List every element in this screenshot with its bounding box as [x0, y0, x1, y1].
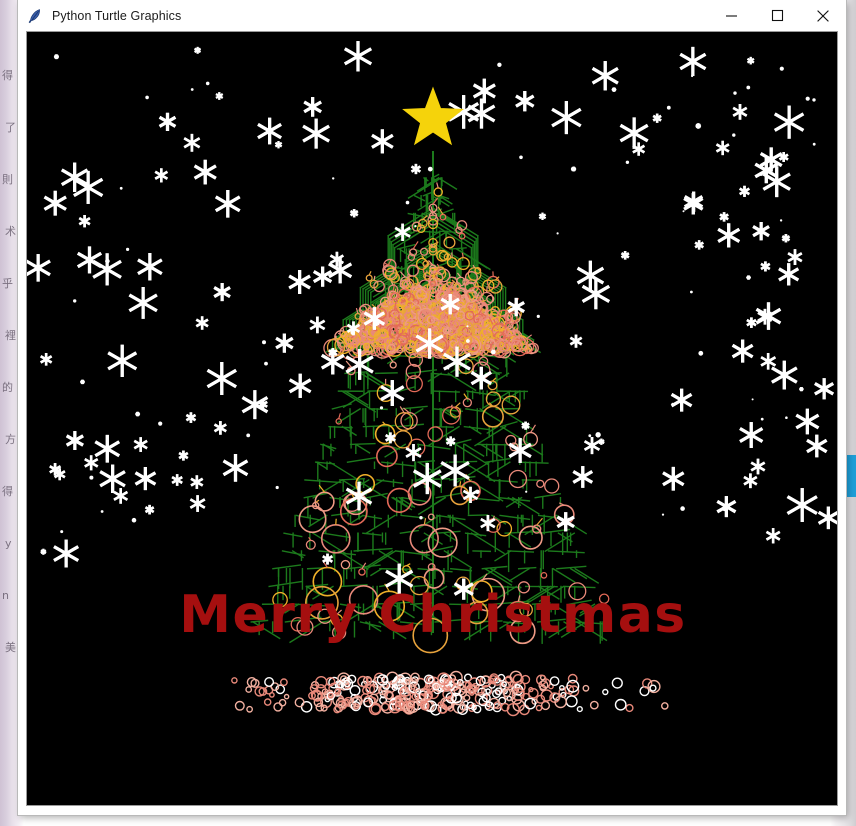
snow-dot [100, 510, 104, 513]
python-feather-icon [28, 8, 40, 23]
snow-dot [379, 406, 384, 410]
snowflake [595, 432, 601, 438]
minimize-icon [725, 15, 737, 17]
background-glyph: 則 [2, 173, 13, 186]
snow-dot [275, 485, 279, 490]
snow-dot [414, 225, 417, 228]
snow-dot [666, 105, 671, 110]
turtle-graphics-window: Python Turtle Graphics Merry Christmas [18, 0, 846, 815]
background-glyph: 得 [2, 485, 13, 498]
background-glyph: 得 [2, 69, 13, 82]
snow-dot [525, 490, 528, 493]
background-glyph: 美 [5, 641, 16, 654]
snow-dot [105, 258, 110, 264]
snow-dot [126, 247, 130, 251]
snow-dot [760, 417, 764, 421]
snowflake [611, 87, 617, 92]
snowflake [598, 438, 605, 445]
snow-dot [145, 95, 149, 100]
snow-dot [332, 177, 335, 180]
snowflake [781, 234, 791, 243]
snowflake [799, 387, 804, 392]
snowflake [490, 349, 496, 355]
snowflake [194, 46, 202, 54]
snow-dot [405, 200, 410, 205]
snowflake [695, 123, 702, 129]
background-glyph: 术 [5, 225, 16, 238]
window-bottom-edge [18, 807, 846, 815]
snowflake [349, 209, 359, 218]
snow-dot [785, 416, 788, 420]
snow-dot [556, 232, 559, 235]
snow-dot [751, 398, 754, 401]
snowflake [53, 54, 60, 60]
window-title-text: Python Turtle Graphics [52, 8, 182, 23]
snow-dot [536, 314, 540, 318]
window-title-bar[interactable]: Python Turtle Graphics [18, 0, 846, 31]
snow-dot [73, 299, 77, 303]
snow-dot [466, 339, 470, 343]
snowflake [521, 421, 530, 430]
minimize-button[interactable] [708, 0, 754, 31]
snow-dot [119, 186, 123, 190]
snow-dot [625, 160, 630, 164]
snow-dot [812, 98, 816, 102]
snow-dot [680, 506, 685, 511]
background-glyph: 的 [2, 381, 13, 394]
snow-dot [588, 434, 592, 438]
background-glyph: 了 [5, 121, 16, 134]
snow-dot [466, 325, 469, 328]
background-glyph: 方 [5, 433, 16, 446]
snowflake [40, 548, 47, 555]
snow-dot [497, 62, 502, 67]
snowflake [570, 166, 577, 172]
background-glyph: 乎 [2, 277, 13, 290]
christmas-tree-scene: Merry Christmas [27, 32, 837, 805]
snow-dot [60, 530, 64, 534]
background-glyph: n [2, 589, 9, 602]
snow-dot [661, 513, 665, 516]
snow-dot [427, 166, 433, 172]
snow-dot [691, 74, 694, 78]
snow-dot [682, 210, 685, 213]
snow-dot [779, 219, 783, 222]
snow-dot [475, 489, 480, 494]
background-glyph: 裡 [5, 329, 16, 342]
snow-dot [690, 290, 693, 294]
snow-dot [732, 133, 736, 137]
snow-dot [89, 475, 94, 480]
snow-dot [733, 91, 737, 95]
snow-dot [246, 433, 251, 438]
background-glyph: y [5, 537, 12, 550]
maximize-icon [771, 9, 783, 22]
snow-dot [779, 66, 784, 71]
snow-dot [698, 350, 704, 356]
turtle-canvas-frame[interactable]: Merry Christmas [26, 31, 838, 806]
snow-dot [671, 402, 674, 406]
snowflake [80, 379, 85, 385]
greeting-text: Merry Christmas [179, 585, 687, 645]
snowflake [746, 275, 751, 280]
snow-dot [190, 88, 194, 91]
snow-dot [131, 517, 137, 523]
snow-dot [262, 340, 266, 345]
close-button[interactable] [800, 0, 846, 31]
snow-dot [746, 85, 751, 90]
snowflake [135, 411, 141, 417]
turtle-drawing: Merry Christmas [27, 32, 837, 805]
snow-dot [447, 367, 450, 370]
snow-dot [264, 361, 268, 366]
maximize-button[interactable] [754, 0, 800, 31]
snow-dot [519, 155, 523, 160]
snow-dot [759, 172, 763, 176]
snowflake [373, 319, 380, 326]
close-icon [817, 9, 829, 22]
snow-dot [722, 506, 727, 512]
snow-dot [158, 421, 163, 426]
snow-dot [350, 330, 356, 335]
snow-dot [805, 96, 810, 101]
snow-dot [812, 142, 816, 146]
snow-dot [419, 516, 423, 520]
snow-dot [205, 81, 210, 86]
